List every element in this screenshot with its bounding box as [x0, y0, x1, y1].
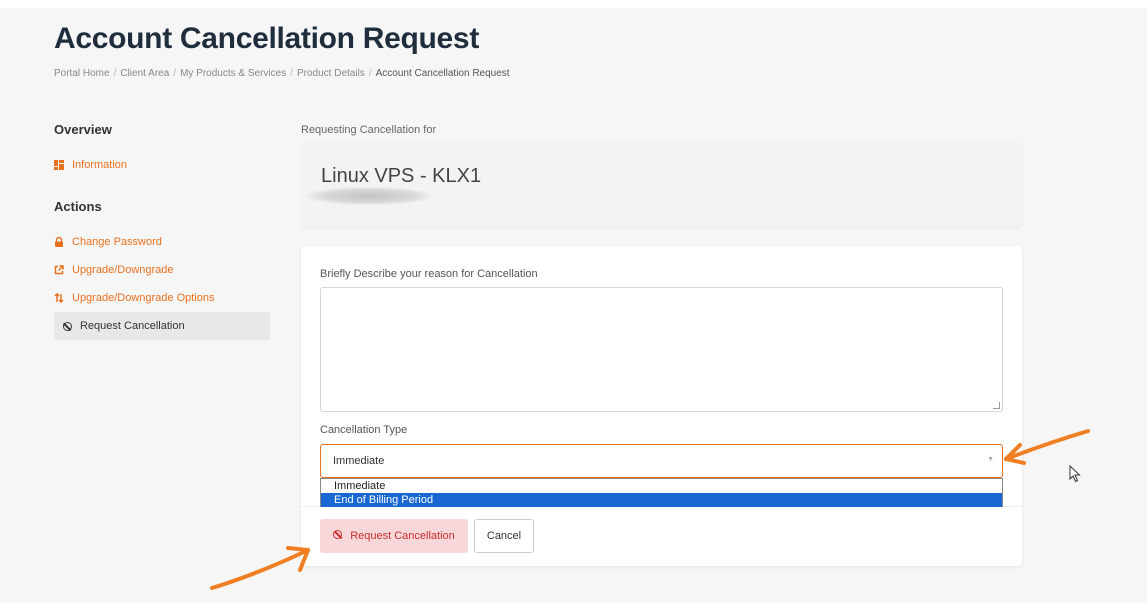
- breadcrumb-item[interactable]: Portal Home: [54, 68, 110, 79]
- sidebar-item-upgrade-downgrade[interactable]: Upgrade/Downgrade: [54, 256, 270, 284]
- reason-textarea[interactable]: [320, 287, 1003, 412]
- actions-heading: Actions: [54, 199, 102, 214]
- select-value: Immediate: [333, 455, 385, 467]
- sidebar: Overview Information Actions Change Pass…: [54, 122, 270, 340]
- breadcrumb-separator: /: [173, 68, 177, 79]
- sort-arrows-icon: [54, 293, 64, 303]
- annotation-arrow-request-button: [210, 546, 310, 590]
- sidebar-item-request-cancellation[interactable]: Request Cancellation: [54, 312, 270, 340]
- dashboard-icon: [54, 160, 64, 170]
- external-link-icon: [54, 265, 64, 275]
- overview-heading: Overview: [54, 122, 112, 137]
- ban-icon: [62, 321, 72, 331]
- cancellation-type-select[interactable]: Immediate ▼: [320, 444, 1003, 478]
- sidebar-item-label: Request Cancellation: [80, 320, 185, 332]
- breadcrumb-separator: /: [113, 68, 117, 79]
- lock-icon: [54, 237, 64, 247]
- dropdown-option-end-of-billing-period[interactable]: End of Billing Period: [321, 493, 1002, 507]
- dropdown-option-immediate[interactable]: Immediate: [321, 479, 1002, 493]
- cancel-button[interactable]: Cancel: [474, 519, 534, 553]
- breadcrumb-item[interactable]: Client Area: [120, 68, 169, 79]
- sidebar-item-label: Upgrade/Downgrade Options: [72, 292, 215, 304]
- request-cancellation-label: Request Cancellation: [350, 530, 455, 542]
- sidebar-item-information[interactable]: Information: [54, 151, 270, 179]
- breadcrumb-item[interactable]: My Products & Services: [180, 68, 286, 79]
- breadcrumb-separator: /: [368, 68, 372, 79]
- product-name: Linux VPS - KLX1: [321, 165, 482, 187]
- cancellation-type-dropdown: Immediate End of Billing Period: [320, 478, 1003, 507]
- annotation-arrow-dropdown: [1004, 429, 1090, 465]
- request-cancellation-button[interactable]: Request Cancellation: [320, 519, 468, 553]
- breadcrumb-current: Account Cancellation Request: [375, 68, 510, 79]
- cancellation-form: Briefly Describe your reason for Cancell…: [301, 246, 1022, 566]
- breadcrumb: Portal Home / Client Area / My Products …: [54, 68, 510, 79]
- breadcrumb-item[interactable]: Product Details: [297, 68, 365, 79]
- mouse-cursor-icon: [1069, 465, 1081, 483]
- breadcrumb-separator: /: [290, 68, 293, 79]
- cancellation-type-label: Cancellation Type: [320, 424, 408, 436]
- reason-label: Briefly Describe your reason for Cancell…: [320, 268, 538, 280]
- sidebar-item-change-password[interactable]: Change Password: [54, 228, 270, 256]
- ban-icon: [333, 530, 343, 542]
- page-title: Account Cancellation Request: [54, 22, 480, 55]
- resize-handle-icon[interactable]: [993, 402, 1000, 409]
- chevron-down-icon: ▼: [987, 456, 994, 463]
- sidebar-item-label: Information: [72, 159, 128, 171]
- redacted-domain: [307, 187, 431, 205]
- sidebar-item-upgrade-downgrade-options[interactable]: Upgrade/Downgrade Options: [54, 284, 270, 312]
- sidebar-item-label: Upgrade/Downgrade: [72, 264, 174, 276]
- requesting-cancellation-label: Requesting Cancellation for: [301, 124, 437, 136]
- product-card: Linux VPS - KLX1: [301, 143, 1022, 227]
- sidebar-item-label: Change Password: [72, 236, 162, 248]
